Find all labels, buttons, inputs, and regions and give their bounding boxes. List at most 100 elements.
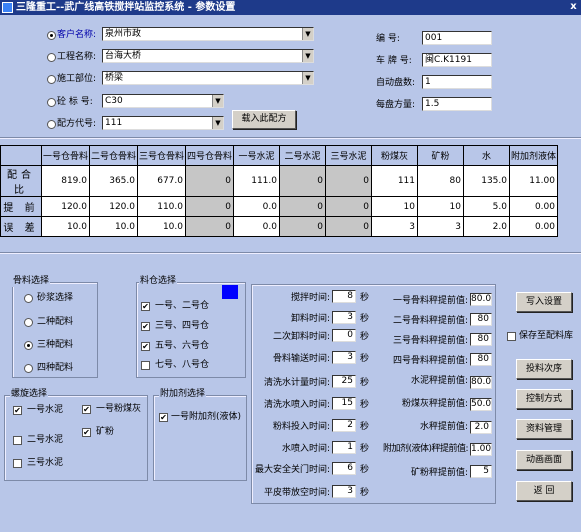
auto-batches-field[interactable]: 1 <box>422 75 492 89</box>
volume-field[interactable]: 1.5 <box>422 97 492 111</box>
feed-order-button[interactable]: 投料次序 <box>516 359 572 379</box>
column-header: 一号仓骨料 <box>41 145 90 166</box>
table-cell[interactable]: 3 <box>371 216 418 237</box>
table-cell[interactable]: 80 <box>417 165 464 197</box>
radio-mortar[interactable] <box>24 294 33 303</box>
advance-input[interactable]: 80.0 <box>470 293 492 306</box>
column-header: 一号水泥 <box>233 145 280 166</box>
radio-project[interactable] <box>47 53 56 62</box>
radio-recipe[interactable] <box>47 120 56 129</box>
time-input[interactable]: 0 <box>332 329 356 342</box>
chevron-down-icon[interactable]: ▼ <box>212 117 223 129</box>
table-cell[interactable]: 0.0 <box>233 196 280 217</box>
control-mode-button[interactable]: 控制方式 <box>516 389 572 409</box>
bin-checkbox[interactable]: ✔ <box>141 322 150 331</box>
table-cell[interactable]: 3 <box>417 216 464 237</box>
chevron-down-icon[interactable]: ▼ <box>212 95 223 107</box>
advance-input[interactable]: 80.0 <box>470 376 492 389</box>
time-input[interactable]: 15 <box>332 397 356 410</box>
auto-batches-label: 自动盘数: <box>376 78 416 88</box>
time-input[interactable]: 3 <box>332 311 356 324</box>
additive-group-title: 附加剂选择 <box>159 389 207 400</box>
table-cell[interactable]: 10.0 <box>41 216 90 237</box>
plate-field[interactable]: 闽C.K1191 <box>422 53 492 67</box>
advance-input[interactable]: 80 <box>470 333 492 346</box>
table-cell[interactable]: 819.0 <box>41 165 90 197</box>
radio-part[interactable] <box>47 75 56 84</box>
row-header: 配合比 <box>0 165 42 197</box>
radio-customer[interactable] <box>47 31 56 40</box>
advance-input[interactable]: 80 <box>470 313 492 326</box>
radio-two-materials[interactable] <box>24 318 33 327</box>
table-cell[interactable]: 0.00 <box>509 196 558 217</box>
radio-three-materials[interactable] <box>24 341 33 350</box>
customer-combo[interactable]: 泉州市政 ▼ <box>102 27 314 41</box>
time-input[interactable]: 25 <box>332 375 356 388</box>
table-cell[interactable]: 10 <box>371 196 418 217</box>
number-field[interactable]: 001 <box>422 31 492 45</box>
bin-checkbox[interactable]: ✔ <box>141 302 150 311</box>
back-button[interactable]: 返 回 <box>516 481 572 501</box>
save-to-library-checkbox[interactable] <box>507 332 516 341</box>
advance-input[interactable]: 1.00 <box>470 443 492 456</box>
advance-input[interactable]: 80 <box>470 353 492 366</box>
recipe-combo[interactable]: 111 ▼ <box>102 116 224 130</box>
table-cell[interactable]: 120.0 <box>89 196 138 217</box>
table-cell[interactable]: 0.0 <box>233 216 280 237</box>
additive-checkbox[interactable]: ✔ <box>159 413 168 422</box>
time-input[interactable]: 2 <box>332 419 356 432</box>
table-cell[interactable]: 5.0 <box>463 196 510 217</box>
table-cell[interactable]: 10.0 <box>137 216 186 237</box>
advance-label: 四号骨料秤提前值: <box>392 356 468 366</box>
table-cell[interactable]: 135.0 <box>463 165 510 197</box>
recipe-label: 配方代号: <box>57 119 97 129</box>
advance-input[interactable]: 5 <box>470 465 492 478</box>
screw-checkbox[interactable]: ✔ <box>82 428 91 437</box>
table-cell[interactable]: 0.00 <box>509 216 558 237</box>
table-cell[interactable]: 11.00 <box>509 165 558 197</box>
table-cell[interactable]: 677.0 <box>137 165 186 197</box>
chevron-down-icon[interactable]: ▼ <box>302 72 313 84</box>
screw-checkbox[interactable] <box>13 436 22 445</box>
time-input[interactable]: 8 <box>332 290 356 303</box>
table-cell[interactable]: 10.0 <box>89 216 138 237</box>
bin-checkbox[interactable]: ✔ <box>141 342 150 351</box>
screw-checkbox[interactable] <box>13 459 22 468</box>
time-label: 平皮带放空时间: <box>263 488 330 498</box>
column-header: 三号仓骨料 <box>137 145 186 166</box>
chevron-down-icon[interactable]: ▼ <box>302 50 313 62</box>
column-header: 二号水泥 <box>279 145 326 166</box>
radio-grade[interactable] <box>47 98 56 107</box>
option-label: 四种配料 <box>37 363 74 373</box>
bin-checkbox[interactable] <box>141 361 150 370</box>
write-settings-button[interactable]: 写入设置 <box>516 292 572 312</box>
screw-checkbox[interactable]: ✔ <box>82 405 91 414</box>
grade-combo[interactable]: C30 ▼ <box>102 94 224 108</box>
table-cell: 0 <box>185 165 234 197</box>
project-combo[interactable]: 台海大桥 ▼ <box>102 49 314 63</box>
time-input[interactable]: 3 <box>332 485 356 498</box>
chevron-down-icon[interactable]: ▼ <box>302 28 313 40</box>
load-recipe-button[interactable]: 载入此配方 <box>232 110 296 129</box>
table-cell[interactable]: 365.0 <box>89 165 138 197</box>
advance-input[interactable]: 2.0 <box>470 421 492 434</box>
close-button[interactable]: x <box>566 0 581 15</box>
advance-input[interactable]: 50.0 <box>470 398 492 411</box>
screw-checkbox[interactable]: ✔ <box>13 406 22 415</box>
part-combo[interactable]: 桥梁 ▼ <box>102 71 314 85</box>
time-input[interactable]: 1 <box>332 441 356 454</box>
screw-group-title: 螺旋选择 <box>10 389 49 400</box>
animation-screen-button[interactable]: 动画画面 <box>516 450 572 470</box>
time-input[interactable]: 3 <box>332 351 356 364</box>
table-cell[interactable]: 120.0 <box>41 196 90 217</box>
time-input[interactable]: 6 <box>332 462 356 475</box>
bin-label: 七号、八号仓 <box>155 360 210 370</box>
table-cell[interactable]: 110.0 <box>137 196 186 217</box>
radio-four-materials[interactable] <box>24 364 33 373</box>
table-cell[interactable]: 111.0 <box>233 165 280 197</box>
table-cell[interactable]: 10 <box>417 196 464 217</box>
data-management-button[interactable]: 资料管理 <box>516 419 572 439</box>
option-label: 二种配料 <box>37 317 74 327</box>
table-cell[interactable]: 111 <box>371 165 418 197</box>
table-cell[interactable]: 2.0 <box>463 216 510 237</box>
